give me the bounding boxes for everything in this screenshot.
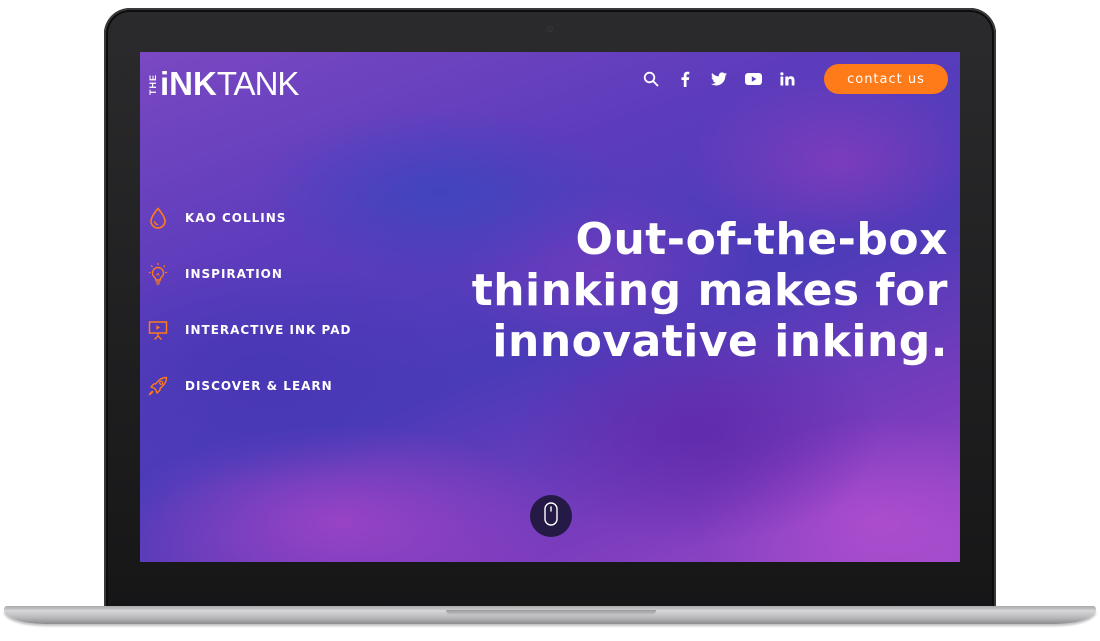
presentation-board-icon <box>146 318 170 342</box>
side-navigation: KAO COLLINS INSPIRATION INTERACTIVE INK … <box>146 204 351 428</box>
rocket-icon <box>146 374 170 398</box>
logo-tank-text: TANK <box>216 65 300 102</box>
nav-item-inspiration[interactable]: INSPIRATION <box>146 260 351 288</box>
search-icon[interactable] <box>634 68 668 90</box>
webcam <box>547 26 553 32</box>
laptop-base <box>4 610 1096 624</box>
scroll-down-button[interactable] <box>530 495 572 537</box>
website-screen: THE iNK TANK contact us KAO COLLINS INSP… <box>140 52 960 562</box>
nav-item-interactive-ink-pad[interactable]: INTERACTIVE INK PAD <box>146 316 351 344</box>
contact-us-button[interactable]: contact us <box>824 64 948 94</box>
nav-item-kao-collins[interactable]: KAO COLLINS <box>146 204 351 232</box>
linkedin-icon[interactable] <box>770 68 804 90</box>
hero-line-1: Out-of-the-box <box>575 214 948 265</box>
lightbulb-icon <box>146 262 170 286</box>
facebook-icon[interactable] <box>668 68 702 90</box>
logo-ink-text: iNK <box>160 65 217 102</box>
header-icon-bar <box>634 68 804 90</box>
mouse-icon <box>544 502 558 530</box>
nav-item-discover-learn[interactable]: DISCOVER & LEARN <box>146 372 351 400</box>
hero-line-3: innovative inking. <box>492 316 948 367</box>
laptop-mockup: THE iNK TANK contact us KAO COLLINS INSP… <box>0 0 1100 641</box>
nav-label-kao-collins: KAO COLLINS <box>185 211 287 225</box>
nav-label-inspiration: INSPIRATION <box>185 267 283 281</box>
twitter-icon[interactable] <box>702 68 736 90</box>
nav-label-interactive-ink-pad: INTERACTIVE INK PAD <box>185 323 352 337</box>
nav-label-discover-learn: DISCOVER & LEARN <box>185 379 333 393</box>
logo-the-text: THE <box>148 73 158 95</box>
ink-tank-logo[interactable]: THE iNK TANK <box>148 65 300 102</box>
laptop-notch <box>446 610 656 615</box>
ink-drop-icon <box>146 206 170 230</box>
hero-headline: Out-of-the-box thinking makes for innova… <box>428 214 948 367</box>
hero-line-2: thinking makes for <box>471 265 948 316</box>
youtube-icon[interactable] <box>736 68 770 90</box>
